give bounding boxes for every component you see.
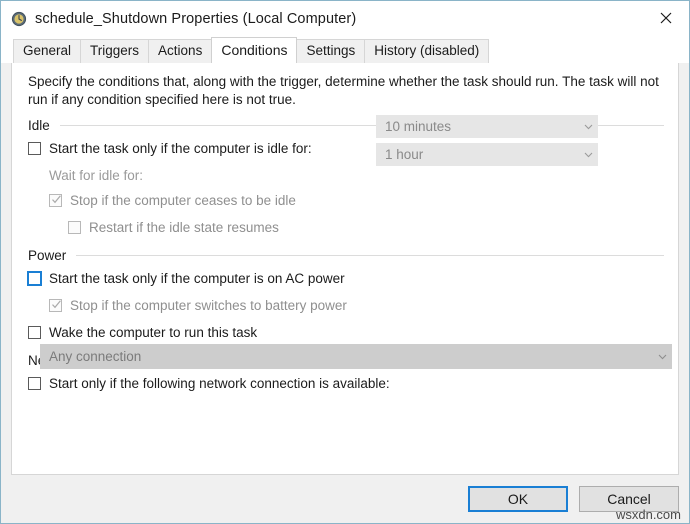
row-start-on-ac[interactable]: Start the task only if the computer is o… [12,266,678,290]
watermark: wsxdn.com [615,507,681,522]
tab-general[interactable]: General [13,39,82,63]
label-start-if-idle: Start the task only if the computer is i… [49,140,312,156]
checkbox-start-if-network[interactable] [28,376,41,390]
row-stop-on-battery[interactable]: Stop if the computer switches to battery… [12,293,678,317]
task-properties-dialog: schedule_Shutdown Properties (Local Comp… [0,0,690,524]
checkbox-wake-computer[interactable] [28,325,41,339]
close-button[interactable] [643,1,689,35]
row-stop-if-ceases-idle[interactable]: Stop if the computer ceases to be idle [12,188,678,212]
label-start-if-network: Start only if the following network conn… [49,375,390,391]
close-icon [660,12,672,24]
panel-description: Specify the conditions that, along with … [28,74,659,107]
tab-conditions[interactable]: Conditions [211,37,298,63]
combo-wait-for-idle[interactable]: 1 hour [376,143,598,166]
window-title: schedule_Shutdown Properties (Local Comp… [35,11,357,27]
tab-history[interactable]: History (disabled) [364,39,490,63]
checkmark-icon [52,299,61,308]
label-restart-if-idle-resumes: Restart if the idle state resumes [89,219,279,235]
label-wake-computer: Wake the computer to run this task [49,324,258,340]
chevron-down-icon[interactable] [579,152,597,158]
title-bar: schedule_Shutdown Properties (Local Comp… [1,1,689,37]
clock-icon [11,11,27,27]
row-start-if-network[interactable]: Start only if the following network conn… [12,371,678,395]
label-wait-for-idle: Wait for idle for: [49,167,144,183]
combo-network-connection[interactable]: Any connection [40,344,672,369]
group-power-label: Power [28,248,67,263]
combo-idle-duration[interactable]: 10 minutes [376,115,598,138]
checkbox-start-if-idle[interactable] [28,141,41,155]
combo-idle-duration-value: 10 minutes [385,119,452,134]
checkmark-icon [52,194,61,203]
checkbox-restart-if-idle-resumes[interactable] [68,220,81,234]
label-stop-on-battery: Stop if the computer switches to battery… [70,297,347,313]
combo-wait-for-idle-value: 1 hour [385,147,424,162]
group-power-rule [76,255,664,256]
checkbox-stop-on-battery[interactable] [49,298,62,312]
tab-settings[interactable]: Settings [296,39,366,63]
label-stop-if-ceases-idle: Stop if the computer ceases to be idle [70,192,296,208]
label-start-on-ac: Start the task only if the computer is o… [49,270,345,286]
row-wake-computer[interactable]: Wake the computer to run this task [12,320,678,344]
checkbox-stop-if-ceases-idle[interactable] [49,193,62,207]
chevron-down-icon[interactable] [653,354,671,360]
tab-triggers[interactable]: Triggers [80,39,150,63]
combo-network-connection-value: Any connection [49,349,142,364]
tab-actions[interactable]: Actions [148,39,213,63]
dialog-footer: OK Cancel wsxdn.com [1,475,689,523]
checkbox-start-on-ac[interactable] [27,270,42,286]
group-idle-label: Idle [28,118,50,133]
row-restart-if-idle-resumes[interactable]: Restart if the idle state resumes [12,215,678,239]
tab-strip: General Triggers Actions Conditions Sett… [1,37,689,63]
ok-button[interactable]: OK [468,486,568,512]
conditions-panel: Specify the conditions that, along with … [11,62,679,475]
group-power: Power [12,248,678,263]
chevron-down-icon[interactable] [579,124,597,130]
row-wait-for-idle: Wait for idle for: [12,163,678,187]
